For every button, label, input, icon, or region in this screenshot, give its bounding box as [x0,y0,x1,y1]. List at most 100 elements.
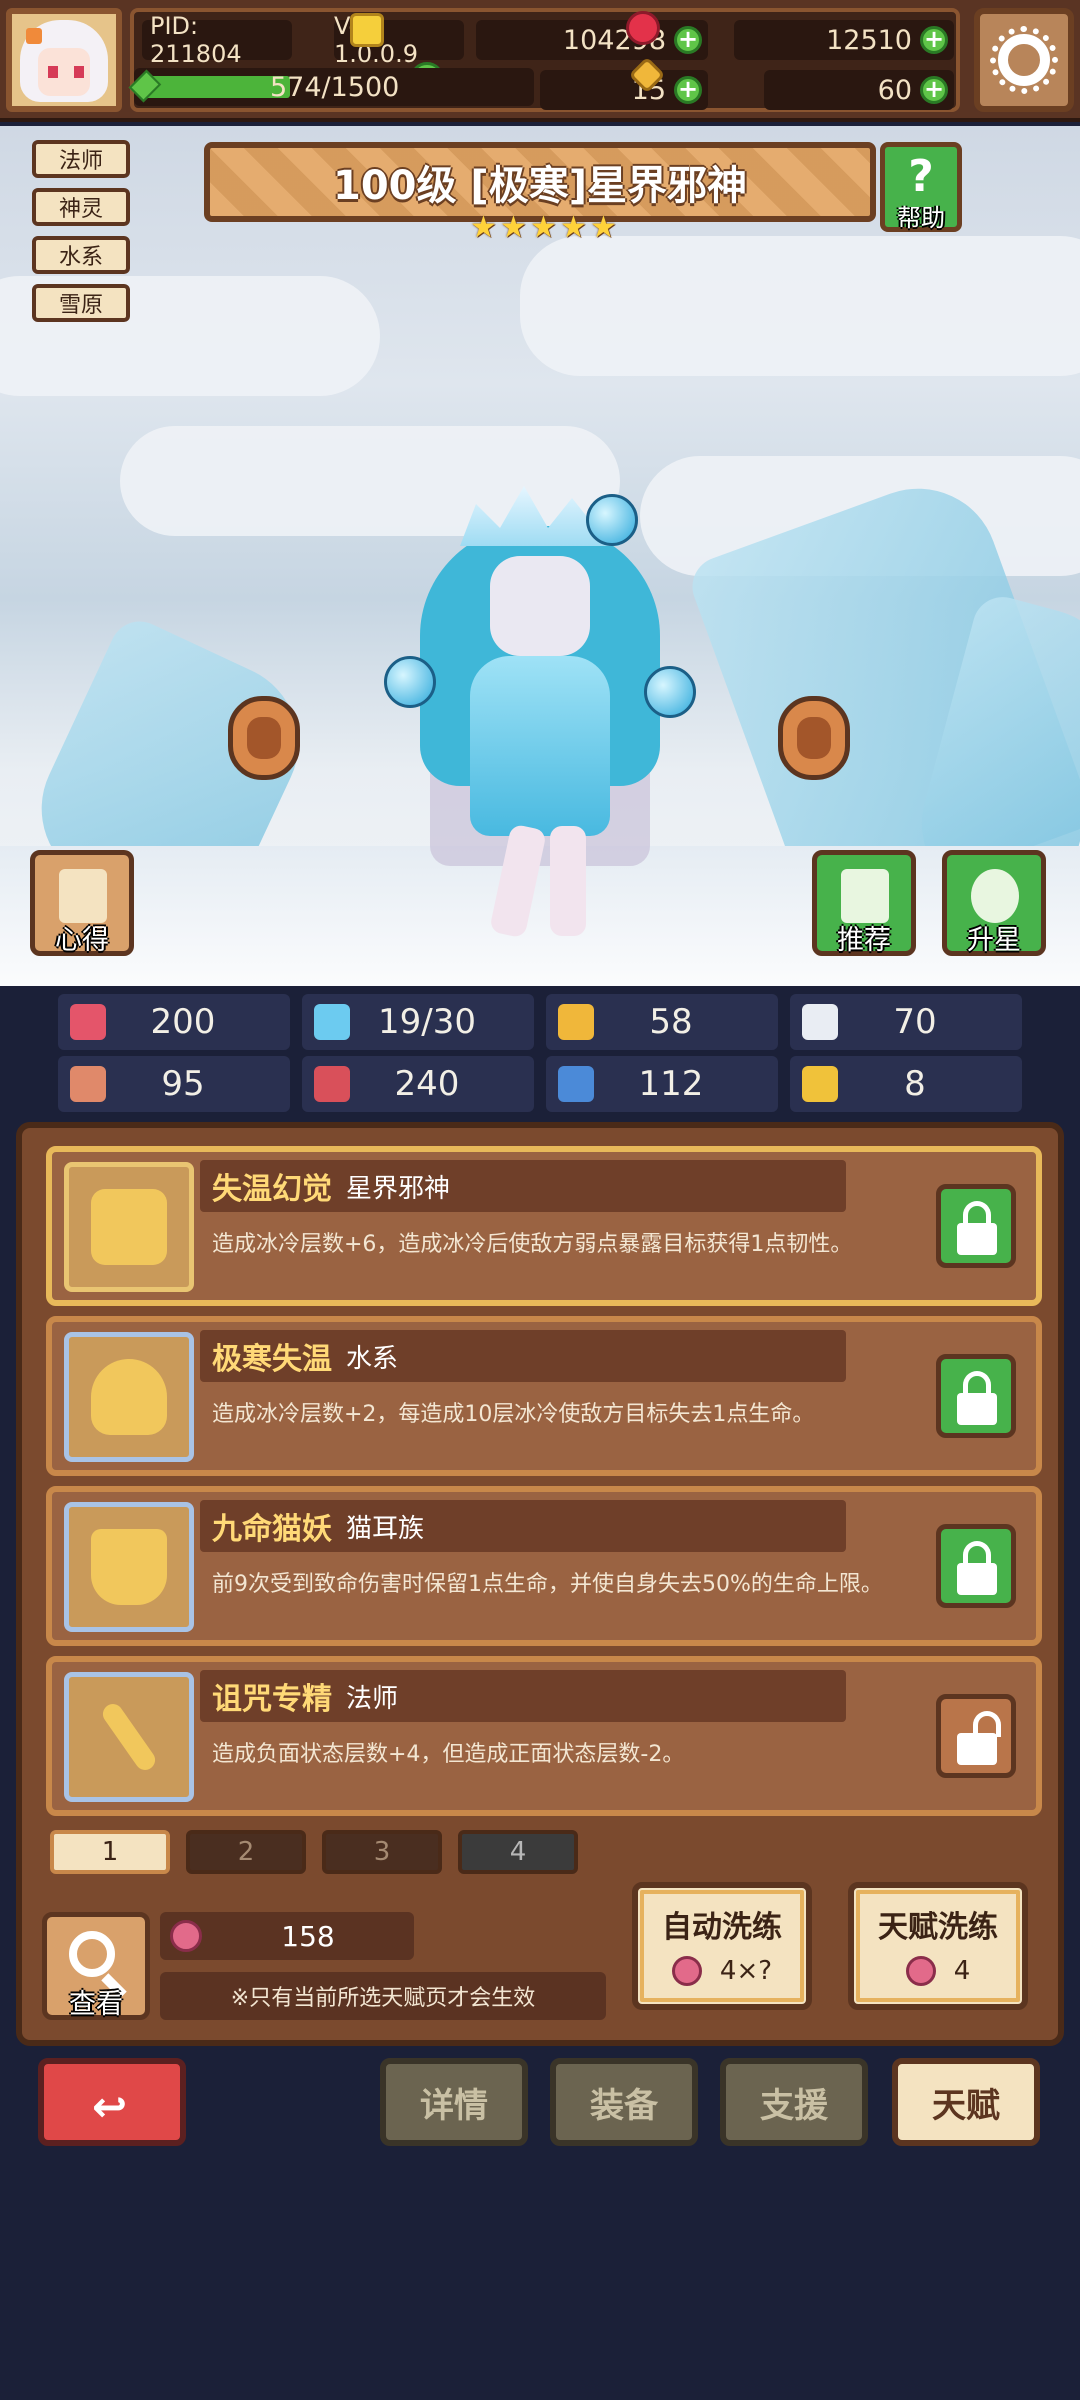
rune-slot-left[interactable] [228,696,300,780]
talent-name: 极寒失温 [212,1342,332,1377]
top-bar: PID: 211804 Ver: 1.0.0.9 104298 + 12510 … [0,0,1080,122]
gem-counter: 12510 + [734,20,954,60]
talent-reroll-button[interactable]: 天赋洗练 4 [848,1882,1028,2010]
talent-tag: 法师 [346,1683,399,1714]
fruit-icon [671,1956,702,1986]
unlock-button[interactable] [936,1694,1016,1778]
magnifier-icon [69,1931,115,1977]
talent-page-tab-2[interactable]: 2 [186,1830,306,1874]
horseshoe-icon [802,1066,838,1102]
settings-button[interactable] [974,8,1074,112]
stat-health: 200 [58,994,290,1050]
key-amount: 60 [877,74,912,106]
upgrade-star-button[interactable]: 升星 [942,850,1046,956]
ice-orb-icon [644,666,696,718]
scroll-icon [59,869,107,923]
stat-attack: 95 [58,1056,290,1112]
view-label: 查看 [69,1989,123,2020]
xp-bar-fill [144,76,290,98]
talent-name: 诅咒专精 [212,1682,332,1717]
add-gem-button[interactable]: + [920,26,948,54]
recommend-label: 推荐 [837,925,891,956]
talent-description: 造成负面状态层数+4，但造成正面状态层数-2。 [212,1742,685,1767]
nav-support-button[interactable]: 支援 [720,2058,868,2146]
lock-button[interactable] [936,1524,1016,1608]
star-icon: ★ [500,210,527,245]
player-id: PID: 211804 [142,12,292,68]
wing-icon [802,1004,838,1040]
clover-counter: 15 + [540,70,708,110]
tips-button[interactable]: 心得 [30,850,134,956]
view-button[interactable]: 查看 [42,1912,150,2020]
coin-icon [350,13,384,47]
talent-card[interactable]: 诅咒专精 法师 造成负面状态层数+4，但造成正面状态层数-2。 [46,1656,1042,1816]
add-key-button[interactable]: + [920,76,948,104]
coin-counter: 104298 + [476,20,708,60]
auto-reroll-cost: 4×? [638,1956,806,1986]
stat-mana: 19/30 [302,994,534,1050]
back-button[interactable]: ↩ [38,2058,186,2146]
star-icon: ★ [470,210,497,245]
stat-agility: 70 [790,994,1022,1050]
talent-card[interactable]: 九命猫妖 猫耳族 前9次受到致命伤害时保留1点生命，并使自身失去50%的生命上限… [46,1486,1042,1646]
nav-talent-button[interactable]: 天赋 [892,2058,1040,2146]
hero-stats-panel: 200 19/30 58 70 95 240 112 8 [0,986,1080,1116]
boot-icon [558,1066,594,1102]
ice-orb-icon [384,656,436,708]
fruit-amount: 158 [281,1919,335,1953]
return-arrow-icon: ↩ [92,2082,128,2131]
ice-orb-icon [586,494,638,546]
help-label: 帮助 [897,204,945,232]
nav-details-button[interactable]: 详情 [380,2058,528,2146]
lock-button[interactable] [936,1354,1016,1438]
tag-snowfield[interactable]: 雪原 [32,284,130,322]
fruit-counter: 158 [160,1912,414,1960]
talent-page-tab-4[interactable]: 4 [458,1830,578,1874]
talent-icon-frame [64,1332,194,1462]
talent-name-bar: 失温幻觉 星界邪神 [200,1160,846,1212]
talent-reroll-cost: 4 [854,1956,1022,1986]
stat-luck: 8 [790,1056,1022,1112]
talent-description: 造成冰冷层数+2，每造成10层冰冷使敌方目标失去1点生命。 [212,1402,815,1427]
rune-slot-right[interactable] [778,696,850,780]
heart-icon [70,1004,106,1040]
fruit-icon [905,1956,936,1986]
talent-name-bar: 九命猫妖 猫耳族 [200,1500,846,1552]
auto-reroll-button[interactable]: 自动洗练 4×? [632,1882,812,2010]
hero-scene: 法师 神灵 水系 雪原 100级 [极寒]星界邪神 ★ ★ ★ ★ ★ ? 帮助 心得 … [0,126,1080,986]
tag-mage[interactable]: 法师 [32,140,130,178]
xp-text: 574/1500 [270,72,400,103]
flame-icon [91,1359,167,1435]
hero-title: 100级 [极寒]星界邪神 [333,163,747,209]
talent-page-tab-1[interactable]: 1 [50,1830,170,1874]
question-mark-icon: ? [908,151,934,202]
player-avatar[interactable] [6,8,122,112]
nav-equipment-button[interactable]: 装备 [550,2058,698,2146]
help-button[interactable]: ? 帮助 [880,142,962,232]
tips-label: 心得 [55,925,109,956]
star-icon: ★ [590,210,617,245]
talent-page-tab-3[interactable]: 3 [322,1830,442,1874]
fruit-icon [170,1920,202,1952]
tag-water[interactable]: 水系 [32,236,130,274]
recommend-button[interactable]: 推荐 [812,850,916,956]
staff-icon [99,1700,159,1774]
gem-icon [626,11,660,45]
talent-card[interactable]: 极寒失温 水系 造成冰冷层数+2，每造成10层冰冷使敌方目标失去1点生命。 [46,1316,1042,1476]
stat-speed: 112 [546,1056,778,1112]
add-clover-button[interactable]: + [674,76,702,104]
talent-description: 造成冰冷层数+6，造成冰冷后使敌方弱点暴露目标获得1点韧性。 [212,1232,853,1257]
add-coin-button[interactable]: + [674,26,702,54]
star-upgrade-icon [971,869,1019,923]
fist-icon [70,1066,106,1102]
star-icon [91,1189,167,1265]
tag-deity[interactable]: 神灵 [32,188,130,226]
cat-icon [91,1529,167,1605]
talent-card[interactable]: 失温幻觉 星界邪神 造成冰冷层数+6，造成冰冷后使敌方弱点暴露目标获得1点韧性。 [46,1146,1042,1306]
talent-name: 九命猫妖 [212,1512,332,1547]
talent-name: 失温幻觉 [212,1172,332,1207]
lock-button[interactable] [936,1184,1016,1268]
lock-icon [957,1223,997,1255]
stat-magic: 240 [302,1056,534,1112]
talent-reroll-label: 天赋洗练 [878,1910,998,1945]
